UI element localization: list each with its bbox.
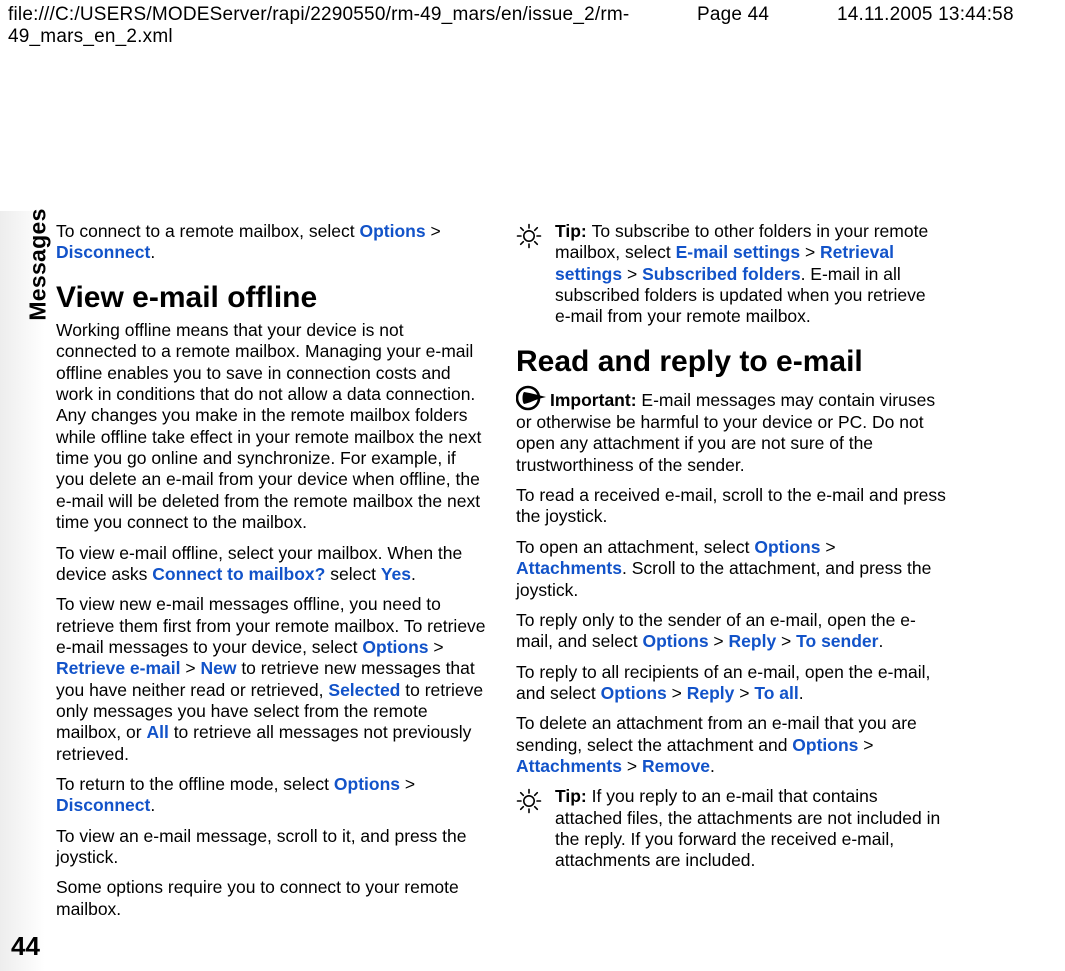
paragraph: To reply to all recipients of an e-mail,… [516,662,946,705]
header-path: file:///C:/USERS/MODEServer/rapi/2290550… [8,4,697,48]
right-column: Tip: To subscribe to other folders in yo… [516,221,946,929]
heading-read-reply: Read and reply to e-mail [516,346,946,378]
tip-body: Tip: To subscribe to other folders in yo… [555,221,946,328]
text: . [150,242,155,262]
text: > [800,242,820,262]
content-columns: To connect to a remote mailbox, select O… [56,221,976,929]
link-remove: Remove [642,756,710,776]
tip-text: If you reply to an e-mail that contains … [555,786,940,870]
text: > [776,631,796,651]
text: > [734,683,754,703]
text: > [622,756,642,776]
lightbulb-icon [516,786,544,871]
tip-body: Tip: If you reply to an e-mail that cont… [555,786,946,871]
paragraph: To connect to a remote mailbox, select O… [56,221,486,264]
text: . [710,756,715,776]
paragraph: To return to the offline mode, select Op… [56,774,486,817]
text: > [429,637,444,657]
link-options: Options [359,221,425,241]
paragraph: To open an attachment, select Options > … [516,537,946,601]
link-options: Options [754,537,820,557]
link-attachments: Attachments [516,558,622,578]
paragraph: To view new e-mail messages offline, you… [56,594,486,765]
text: > [426,221,441,241]
text: > [858,735,873,755]
link-disconnect: Disconnect [56,242,150,262]
paragraph: Some options require you to connect to y… [56,877,486,920]
link-reply: Reply [687,683,735,703]
link-options: Options [642,631,708,651]
tip-label: Tip: [555,221,592,241]
important-block: Important: E-mail messages may contain v… [516,384,946,476]
text: select [325,564,380,584]
link-disconnect: Disconnect [56,795,150,815]
paragraph: To view an e-mail message, scroll to it,… [56,826,486,869]
spine-gradient [0,211,56,971]
paragraph: Working offline means that your device i… [56,320,486,533]
text: . [411,564,416,584]
link-to-all: To all [754,683,798,703]
paragraph: To reply only to the sender of an e-mail… [516,610,946,653]
paragraph: To delete an attachment from an e-mail t… [516,713,946,777]
text: To connect to a remote mailbox, select [56,221,359,241]
text: > [667,683,687,703]
link-reply: Reply [729,631,777,651]
link-options: Options [362,637,428,657]
text: . [878,631,883,651]
tip-label: Tip: [555,786,592,806]
heading-view-offline: View e-mail offline [56,282,486,314]
paragraph: To view e-mail offline, select your mail… [56,543,486,586]
link-new: New [200,658,236,678]
tip-block: Tip: If you reply to an e-mail that cont… [516,786,946,871]
text: > [820,537,835,557]
page-body: Messages 44 To connect to a remote mailb… [0,221,1065,929]
link-selected: Selected [328,680,400,700]
link-connect-to-mailbox: Connect to mailbox? [152,564,325,584]
tip-block: Tip: To subscribe to other folders in yo… [516,221,946,328]
text: > [400,774,415,794]
page-number: 44 [11,931,40,962]
link-email-settings: E-mail settings [676,242,800,262]
print-header: file:///C:/USERS/MODEServer/rapi/2290550… [0,0,1065,56]
link-to-sender: To sender [796,631,878,651]
text: . [150,795,155,815]
header-datetime: 14.11.2005 13:44:58 [837,4,1057,48]
text: To open an attachment, select [516,537,754,557]
text: > [709,631,729,651]
important-icon [516,384,548,412]
header-page: Page 44 [697,4,837,48]
link-subscribed-folders: Subscribed folders [642,264,801,284]
lightbulb-icon [516,221,544,328]
link-options: Options [334,774,400,794]
text: > [181,658,201,678]
important-label: Important: [550,390,641,410]
link-options: Options [601,683,667,703]
link-yes: Yes [381,564,411,584]
link-retrieve-email: Retrieve e-mail [56,658,181,678]
text: To return to the offline mode, select [56,774,334,794]
link-options: Options [792,735,858,755]
left-column: To connect to a remote mailbox, select O… [56,221,486,929]
paragraph: To read a received e-mail, scroll to the… [516,485,946,528]
section-label: Messages [25,208,52,320]
link-all: All [146,722,168,742]
text: > [622,264,642,284]
text: . [799,683,804,703]
page-spine: Messages 44 [0,221,56,929]
link-attachments: Attachments [516,756,622,776]
